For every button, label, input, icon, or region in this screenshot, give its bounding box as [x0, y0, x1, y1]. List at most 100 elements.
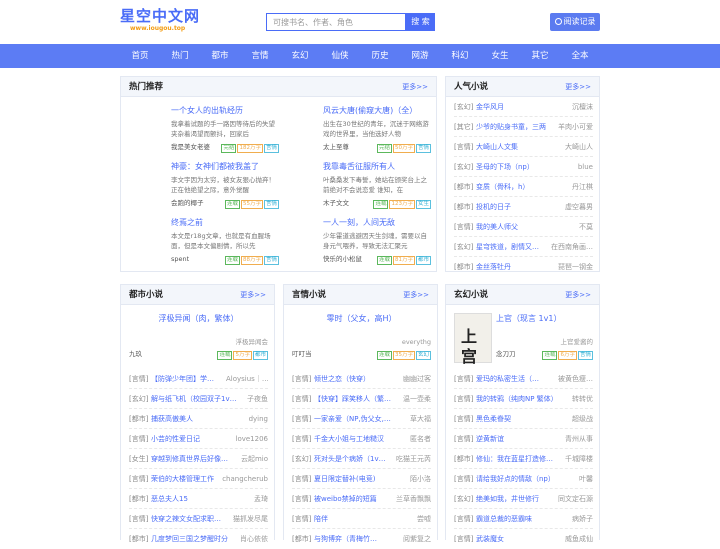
featured-title[interactable]: 上官（现言 1v1） [496, 313, 593, 325]
list-item[interactable]: [言情] 我的转鸦（纯肉NP 繁体） 转转优 [454, 389, 593, 409]
list-category[interactable]: [言情] [454, 369, 473, 389]
list-author[interactable]: 青州从事 [557, 429, 593, 449]
list-title[interactable]: 请给我好点的情敌（np） [476, 469, 566, 489]
list-title[interactable]: 【快穿】踩笑移人（繁… [314, 389, 394, 409]
list-title[interactable]: 夏日限定替补(电竞) [314, 469, 398, 489]
nav-item-urban[interactable]: 都市 [200, 44, 240, 68]
list-item[interactable]: [玄幻] 死对头是个病娇（1v… 吃猫王元芮 [292, 449, 431, 469]
list-category[interactable]: [言情] [292, 389, 311, 409]
list-title[interactable]: 霸道总裁的恶霸味 [476, 509, 560, 529]
list-author[interactable]: Aloysius｜… [226, 369, 268, 389]
list-author[interactable]: 草大福 [399, 409, 431, 429]
book-title[interactable]: 神豪：女神们都被我盖了 [171, 161, 279, 173]
list-author[interactable]: 超级战 [561, 409, 593, 429]
list-author[interactable]: 不莫 [548, 217, 593, 237]
list-category[interactable]: [言情] [454, 217, 473, 237]
list-author[interactable]: 千城障楼 [561, 449, 593, 469]
list-author[interactable]: 虚空暮男 [548, 197, 593, 217]
list-title[interactable]: 绝美如我，井世修行 [476, 489, 554, 509]
list-author[interactable]: blue [548, 157, 593, 177]
nav-item-complete[interactable]: 全本 [560, 44, 600, 68]
list-item[interactable]: [玄幻] 圣母的下场（np） blue [454, 157, 593, 177]
list-category[interactable]: [言情] [129, 369, 148, 389]
list-title[interactable]: 修仙：我在蓝星打造修… [476, 449, 560, 469]
list-item[interactable]: [言情] 逆黄新谊 青州从事 [454, 429, 593, 449]
list-title[interactable]: 被weibo禁掉的短篇 [314, 489, 394, 509]
list-category[interactable]: [言情] [454, 469, 473, 489]
list-author[interactable]: 温一壶柔 [395, 389, 431, 409]
list-item[interactable]: [言情] 爱玛的私密生活（… 被黄色瘦… [454, 369, 593, 389]
site-logo[interactable]: 星空中文网 www.iougou.top [120, 7, 200, 33]
book-title[interactable]: 一人一刻，人间无敌 [323, 217, 431, 229]
list-item[interactable]: [女生] 穿越到修真世界后好像… 云起mio [129, 449, 268, 469]
list-category[interactable]: [都市] [129, 489, 148, 509]
book-author[interactable]: 快乐的小松鼠 [323, 255, 362, 263]
list-item[interactable]: [玄幻] 解与纸飞机（校园双子1v… 子夜鱼 [129, 389, 268, 409]
featured-author[interactable]: 念刀刀 [496, 350, 516, 358]
list-title[interactable]: 死对头是个病娇（1v… [314, 449, 390, 469]
more-link[interactable]: 更多>> [403, 285, 429, 305]
list-author[interactable]: 转转优 [567, 389, 593, 409]
list-title[interactable]: 变质（骨科，h） [476, 177, 548, 197]
list-title[interactable]: 倾世之恋（快穿） [314, 369, 394, 389]
list-category[interactable]: [玄幻] [454, 237, 473, 257]
list-item[interactable]: [言情] 武装魔女 威鱼成仙 [454, 529, 593, 549]
list-title[interactable]: 捕获高傲美人 [151, 409, 231, 429]
featured-author[interactable]: 九玖 [129, 350, 142, 358]
list-category[interactable]: [都市] [454, 449, 473, 469]
book-author[interactable]: 太上至尊 [323, 143, 349, 151]
list-item[interactable]: [言情] 请给我好点的情敌（np） 叶馨 [454, 469, 593, 489]
list-category[interactable]: [言情] [454, 429, 473, 449]
list-title[interactable]: 几度梦回三国之梦醒时分 [151, 529, 239, 549]
list-author[interactable]: 琵琶一钢金 [548, 257, 593, 277]
list-author[interactable]: 丹江棋 [548, 177, 593, 197]
nav-item-scifi[interactable]: 科幻 [440, 44, 480, 68]
list-title[interactable]: 穿越到修真世界后好像… [151, 449, 239, 469]
list-item[interactable]: [言情] 陪伴 尝嘘 [292, 509, 431, 529]
list-title[interactable]: 星穹铁道，剧情又… [476, 237, 544, 257]
featured-author[interactable]: 叮叮当 [292, 350, 312, 358]
list-category[interactable]: [都市] [292, 529, 311, 549]
featured-title[interactable]: 浮极异闻（肉，繁体） [129, 313, 268, 325]
list-category[interactable]: [玄幻] [454, 489, 473, 509]
list-item[interactable]: [言情] 大崎山人文集 大崎山人 [454, 137, 593, 157]
list-author[interactable]: 沉檀沫 [548, 97, 593, 117]
logo-title[interactable]: 星空中文网 [120, 7, 200, 25]
list-item[interactable]: [言情] 【防弹少年团】学… Aloysius｜… [129, 369, 268, 389]
list-item[interactable]: [都市] 几度梦回三国之梦醒时分 肖心依依 [129, 529, 268, 549]
list-author[interactable]: dying [232, 409, 268, 429]
list-category[interactable]: [都市] [129, 529, 148, 549]
list-title[interactable]: 爱玛的私密生活（… [476, 369, 552, 389]
list-author[interactable]: 肖心依依 [240, 529, 268, 549]
list-title[interactable]: 与狗博弈（青梅竹… [314, 529, 394, 549]
list-category[interactable]: [都市] [454, 177, 473, 197]
list-author[interactable]: 吃猫王元芮 [391, 449, 431, 469]
list-item[interactable]: [言情] 荣伯的大楼管理工作 changcherub [129, 469, 268, 489]
list-author[interactable]: 陌小洛 [399, 469, 431, 489]
list-author[interactable]: 云起mio [240, 449, 268, 469]
list-item[interactable]: [言情] 黑色柔眷契 超级战 [454, 409, 593, 429]
list-title[interactable]: 投机的日子 [476, 197, 548, 217]
more-link[interactable]: 更多>> [565, 285, 591, 305]
list-author[interactable]: 幽幽过客 [395, 369, 431, 389]
list-category[interactable]: [言情] [292, 429, 311, 449]
list-title[interactable]: 逆黄新谊 [476, 429, 556, 449]
list-item[interactable]: [言情] 我的美人师父 不莫 [454, 217, 593, 237]
list-author[interactable]: 羊肉小可爱 [553, 117, 593, 137]
nav-item-romance[interactable]: 言情 [240, 44, 280, 68]
list-author[interactable]: 病娇子 [561, 509, 593, 529]
book-author[interactable]: 木子文文 [323, 199, 349, 207]
list-title[interactable]: 一家亲爱（NP,伪父女,… [314, 409, 398, 429]
book-title[interactable]: 终焉之前 [171, 217, 279, 229]
list-title[interactable]: 大崎山人文集 [476, 137, 548, 157]
list-title[interactable]: 我的转鸦（纯肉NP 繁体） [476, 389, 566, 409]
list-item[interactable]: [都市] 金丝落牡丹 琵琶一钢金 [454, 257, 593, 277]
more-link[interactable]: 更多>> [565, 77, 591, 97]
list-category[interactable]: [其它] [454, 117, 473, 137]
list-title[interactable]: 武装魔女 [476, 529, 556, 549]
list-category[interactable]: [玄幻] [292, 449, 311, 469]
list-author[interactable]: 大崎山人 [548, 137, 593, 157]
nav-item-home[interactable]: 首页 [120, 44, 160, 68]
list-author[interactable]: 同文定石源 [555, 489, 593, 509]
list-category[interactable]: [言情] [454, 389, 473, 409]
